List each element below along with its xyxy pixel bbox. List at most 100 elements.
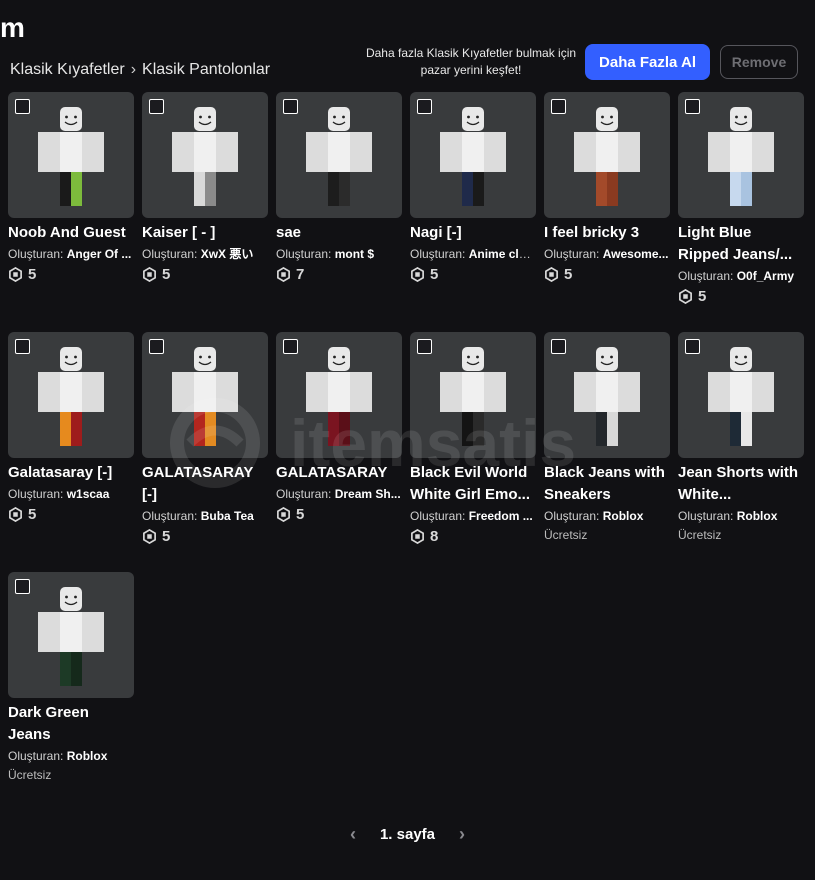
price-value: 7: [296, 266, 305, 283]
creator-link[interactable]: Buba Tea: [201, 509, 254, 523]
select-checkbox[interactable]: [15, 339, 30, 354]
creator-link[interactable]: Dream Sh...: [335, 487, 401, 501]
price-value: 5: [162, 528, 171, 545]
robux-icon: [143, 267, 156, 282]
creator-link[interactable]: O0f_Army: [737, 269, 794, 283]
item-name[interactable]: Light Blue Ripped Jeans/...: [678, 222, 804, 266]
item-name[interactable]: GALATASARAY [-]: [142, 462, 268, 506]
breadcrumb-item-classic-pants[interactable]: Klasik Pantolonlar: [142, 61, 270, 79]
item-thumbnail[interactable]: [276, 332, 402, 458]
item-price: 7: [276, 266, 402, 283]
item-thumbnail[interactable]: [8, 572, 134, 698]
chevron-right-icon: ›: [130, 61, 137, 78]
item-card-11[interactable]: Jean Shorts with White... Oluşturan: Rob…: [678, 332, 804, 572]
item-card-9[interactable]: Black Evil World White Girl Emo... Oluşt…: [410, 332, 536, 572]
select-checkbox[interactable]: [417, 99, 432, 114]
item-thumbnail[interactable]: [8, 92, 134, 218]
item-name[interactable]: Dark Green Jeans: [8, 702, 134, 746]
item-name[interactable]: Black Evil World White Girl Emo...: [410, 462, 536, 506]
item-thumbnail[interactable]: [544, 92, 670, 218]
item-thumbnail[interactable]: [8, 332, 134, 458]
item-thumbnail[interactable]: [410, 92, 536, 218]
select-checkbox[interactable]: [551, 339, 566, 354]
creator-link[interactable]: Roblox: [67, 749, 108, 763]
item-thumbnail[interactable]: [142, 332, 268, 458]
select-checkbox[interactable]: [149, 339, 164, 354]
item-name[interactable]: I feel bricky 3: [544, 222, 670, 244]
robux-icon: [545, 267, 558, 282]
creator-link[interactable]: Anime clo...: [469, 247, 536, 261]
item-card-10[interactable]: Black Jeans with Sneakers Oluşturan: Rob…: [544, 332, 670, 572]
creator-link[interactable]: Roblox: [737, 509, 778, 523]
creator-link[interactable]: w1scaa: [67, 487, 110, 501]
item-name[interactable]: Jean Shorts with White...: [678, 462, 804, 506]
select-checkbox[interactable]: [417, 339, 432, 354]
item-card-5[interactable]: Light Blue Ripped Jeans/... Oluşturan: O…: [678, 92, 804, 332]
item-card-4[interactable]: I feel bricky 3 Oluşturan: Awesome... 5: [544, 92, 670, 332]
creator-link[interactable]: Roblox: [603, 509, 644, 523]
item-thumbnail[interactable]: [544, 332, 670, 458]
robux-icon: [9, 267, 22, 282]
item-card-12[interactable]: Dark Green Jeans Oluşturan: Roblox Ücret…: [8, 572, 134, 812]
item-creator: Oluşturan: w1scaa: [8, 487, 110, 501]
item-price: 5: [544, 266, 670, 283]
breadcrumb-item-classic-clothing[interactable]: Klasik Kıyafetler: [10, 61, 125, 79]
price-value: 5: [564, 266, 573, 283]
creator-link[interactable]: Awesome...: [603, 247, 669, 261]
creator-link[interactable]: Freedom ...: [469, 509, 533, 523]
item-thumbnail[interactable]: [678, 332, 804, 458]
item-creator: Oluşturan: Buba Tea: [142, 509, 254, 523]
item-name[interactable]: Kaiser [ - ]: [142, 222, 268, 244]
select-checkbox[interactable]: [283, 339, 298, 354]
robux-icon: [277, 267, 290, 282]
item-card-2[interactable]: sae Oluşturan: mont $ 7: [276, 92, 402, 332]
item-price-free: Ücretsiz: [678, 528, 804, 542]
item-name[interactable]: GALATASARAY: [276, 462, 402, 484]
item-name[interactable]: Nagi [-]: [410, 222, 536, 244]
select-checkbox[interactable]: [15, 579, 30, 594]
creator-link[interactable]: mont $: [335, 247, 374, 261]
item-card-3[interactable]: Nagi [-] Oluşturan: Anime clo... 5: [410, 92, 536, 332]
item-card-6[interactable]: Galatasaray [-] Oluşturan: w1scaa 5: [8, 332, 134, 572]
item-card-8[interactable]: GALATASARAY Oluşturan: Dream Sh... 5: [276, 332, 402, 572]
select-checkbox[interactable]: [15, 99, 30, 114]
item-name[interactable]: sae: [276, 222, 402, 244]
price-value: Ücretsiz: [544, 528, 588, 542]
prev-page-icon[interactable]: ‹: [350, 824, 356, 845]
item-thumbnail[interactable]: [678, 92, 804, 218]
price-value: 5: [162, 266, 171, 283]
robux-icon: [411, 267, 424, 282]
select-checkbox[interactable]: [149, 99, 164, 114]
page-title-fragment: m: [0, 12, 25, 43]
item-creator: Oluşturan: Freedom ...: [410, 509, 533, 523]
item-name[interactable]: Galatasaray [-]: [8, 462, 134, 484]
item-thumbnail[interactable]: [142, 92, 268, 218]
price-value: Ücretsiz: [678, 528, 722, 542]
creator-link[interactable]: XwX 悪い: [201, 247, 254, 261]
item-name[interactable]: Black Jeans with Sneakers: [544, 462, 670, 506]
robux-icon: [679, 289, 692, 304]
page-label: 1. sayfa: [379, 826, 436, 843]
remove-button[interactable]: Remove: [720, 45, 798, 79]
item-price: 5: [678, 288, 804, 305]
select-checkbox[interactable]: [551, 99, 566, 114]
price-value: 5: [28, 266, 37, 283]
item-name[interactable]: Noob And Guest: [8, 222, 134, 244]
item-creator: Oluşturan: Roblox: [8, 749, 108, 763]
item-creator: Oluşturan: Roblox: [544, 509, 644, 523]
next-page-icon[interactable]: ›: [459, 824, 465, 845]
select-checkbox[interactable]: [685, 339, 700, 354]
item-creator: Oluşturan: Anger Of ...: [8, 247, 132, 261]
item-creator: Oluşturan: XwX 悪い: [142, 247, 254, 261]
item-card-1[interactable]: Kaiser [ - ] Oluşturan: XwX 悪い 5: [142, 92, 268, 332]
item-thumbnail[interactable]: [276, 92, 402, 218]
item-creator: Oluşturan: Awesome...: [544, 247, 669, 261]
select-checkbox[interactable]: [283, 99, 298, 114]
creator-link[interactable]: Anger Of ...: [67, 247, 132, 261]
item-creator: Oluşturan: Dream Sh...: [276, 487, 401, 501]
item-card-0[interactable]: Noob And Guest Oluşturan: Anger Of ... 5: [8, 92, 134, 332]
item-card-7[interactable]: GALATASARAY [-] Oluşturan: Buba Tea 5: [142, 332, 268, 572]
select-checkbox[interactable]: [685, 99, 700, 114]
item-thumbnail[interactable]: [410, 332, 536, 458]
get-more-button[interactable]: Daha Fazla Al: [585, 44, 710, 80]
